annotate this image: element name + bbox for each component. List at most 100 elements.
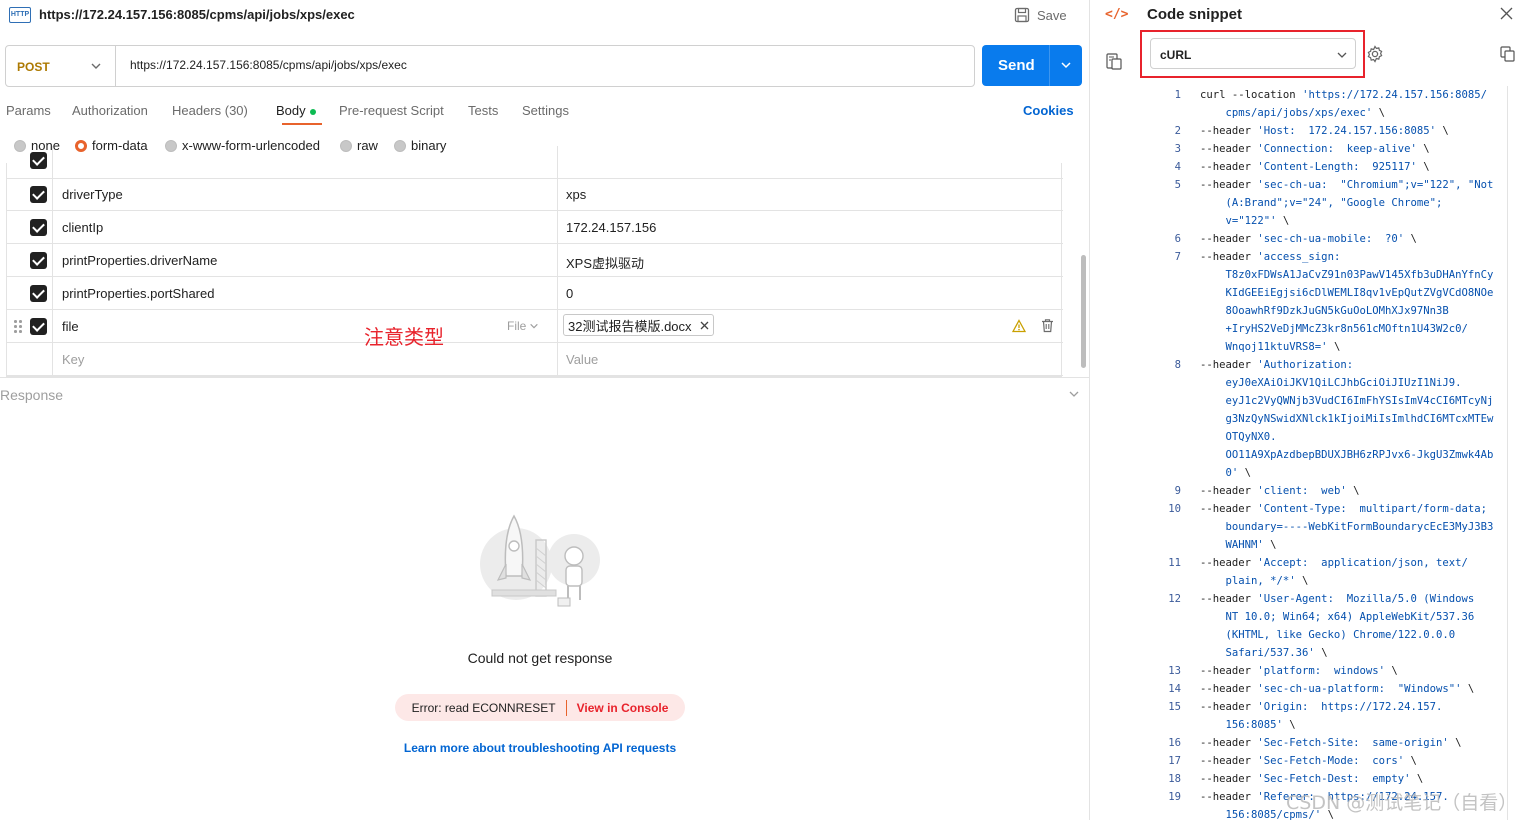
param-key[interactable]: driverType xyxy=(62,187,123,202)
param-key[interactable]: clientIp xyxy=(62,220,103,235)
key-type-select[interactable]: File xyxy=(507,319,539,333)
code-line: 0' \ xyxy=(1140,464,1510,482)
checkbox[interactable] xyxy=(30,219,47,236)
code-token: \ xyxy=(1404,755,1417,767)
code-token: g3NzQyNSwidXNlck1kIjoiMiIsImlhdCI6MTcxMT… xyxy=(1200,413,1494,425)
code-line: 8OoawhRf9DzkJuGN5kGuOoLOMhXJx97Nn3B xyxy=(1140,302,1510,320)
code-token: \ xyxy=(1410,773,1424,785)
code-line: T8z0xFDWsA1JaCvZ91n03PawV145Xfb3uDHAnYfn… xyxy=(1140,266,1510,284)
code-icon[interactable]: </> xyxy=(1105,7,1128,22)
param-key[interactable]: printProperties.portShared xyxy=(62,286,214,301)
code-token: --header xyxy=(1200,791,1258,803)
code-text: 8OoawhRf9DzkJuGN5kGuOoLOMhXJx97Nn3B xyxy=(1200,302,1449,320)
tab-body[interactable]: Body xyxy=(276,103,316,118)
new-key-input[interactable]: Key xyxy=(62,352,84,367)
code-token: \ xyxy=(1282,719,1296,731)
language-select[interactable]: cURL xyxy=(1150,38,1356,69)
warning-icon[interactable] xyxy=(1012,319,1026,333)
code-text: --header 'Host: 172.24.157.156:8085' \ xyxy=(1200,122,1449,140)
code-token: 'Host: 172.24.157.156:8085' xyxy=(1257,125,1436,137)
code-token: 'client: web' xyxy=(1257,485,1347,497)
checkbox[interactable] xyxy=(30,186,47,203)
line-number: 3 xyxy=(1174,143,1181,155)
key-type-label: File xyxy=(507,319,527,333)
code-line: boundary=----WebKitFormBoundarycEcE3MyJ3… xyxy=(1140,518,1510,536)
request-title-bar: HTTP https://172.24.157.156:8085/cpms/ap… xyxy=(0,0,1089,30)
tab-pre-request-script[interactable]: Pre-request Script xyxy=(339,103,444,118)
remove-file-icon[interactable] xyxy=(700,321,709,330)
method-select[interactable]: POST xyxy=(6,46,116,86)
code-block[interactable]: 1 curl --location 'https://172.24.157.156… xyxy=(1140,86,1510,820)
watermark: CSDN @测试笔记（自看） xyxy=(1286,792,1518,814)
code-token: \ xyxy=(1436,125,1449,137)
code-text: --header 'sec-ch-ua: "Chromium";v="122",… xyxy=(1200,176,1493,194)
checkbox[interactable] xyxy=(30,318,47,335)
code-line: (A:Brand";v="24", "Google Chrome"; xyxy=(1140,194,1510,212)
code-text: v="122"' \ xyxy=(1200,212,1290,230)
code-text: --header 'Authorization: xyxy=(1200,356,1353,374)
view-in-console-link[interactable]: View in Console xyxy=(577,701,669,715)
chevron-down-icon xyxy=(1337,52,1347,58)
column-divider xyxy=(557,244,558,276)
code-token: 'Sec-Fetch-Mode: cors' xyxy=(1257,755,1405,767)
check-cell xyxy=(7,310,53,342)
code-line: OO11A9XpAzdbepBDUXJBH6zRPJvx6-JkgU3Zmwk4… xyxy=(1140,446,1510,464)
code-line: 1 curl --location 'https://172.24.157.156… xyxy=(1140,86,1510,104)
code-scrollbar[interactable] xyxy=(1507,86,1508,820)
checkbox[interactable] xyxy=(30,152,47,169)
code-line: 9 --header 'client: web' \ xyxy=(1140,482,1510,500)
send-options-chevron-icon[interactable] xyxy=(1060,59,1072,71)
tab-tests[interactable]: Tests xyxy=(468,103,498,118)
troubleshooting-link[interactable]: Learn more about troubleshooting API req… xyxy=(0,741,1080,755)
line-number: 7 xyxy=(1174,251,1181,263)
code-token: --header xyxy=(1200,701,1258,713)
url-input[interactable] xyxy=(130,58,950,72)
drag-handle-icon[interactable] xyxy=(14,320,22,334)
code-text: Wnqoj11ktuVRS8=' \ xyxy=(1200,338,1341,356)
cookies-link[interactable]: Cookies xyxy=(1023,103,1074,118)
code-token: 8OoawhRf9DzkJuGN5kGuOoLOMhXJx97Nn3B xyxy=(1200,305,1449,317)
tab-authorization[interactable]: Authorization xyxy=(72,103,148,118)
param-key[interactable]: printProperties.driverName xyxy=(62,253,217,268)
line-number: 6 xyxy=(1174,233,1181,245)
line-number: 11 xyxy=(1168,557,1181,569)
method-label: POST xyxy=(17,60,50,74)
copy-icon[interactable] xyxy=(1500,46,1515,62)
checkbox[interactable] xyxy=(30,252,47,269)
code-token: eyJ0eXAiOiJKV1QiLCJhbGciOiJIUzI1NiJ9. xyxy=(1200,377,1462,389)
column-divider xyxy=(557,211,558,243)
send-button[interactable]: Send xyxy=(982,45,1082,86)
code-text: --header 'client: web' \ xyxy=(1200,482,1359,500)
param-value[interactable]: 172.24.157.156 xyxy=(566,220,656,235)
file-chip[interactable]: 32测试报告模版.docx xyxy=(563,314,714,336)
code-line: 3 --header 'Connection: keep-alive' \ xyxy=(1140,140,1510,158)
code-token: 'Accept: application/json, text/ xyxy=(1257,557,1468,569)
chevron-down-icon[interactable] xyxy=(1068,388,1080,400)
code-token: --header xyxy=(1200,755,1258,767)
tab-params[interactable]: Params xyxy=(6,103,51,118)
new-value-input[interactable]: Value xyxy=(566,352,598,367)
check-cell xyxy=(7,343,53,375)
code-line: OTQyNX0. xyxy=(1140,428,1510,446)
code-token: --header xyxy=(1200,665,1258,677)
param-key[interactable]: file xyxy=(62,319,79,334)
close-icon[interactable] xyxy=(1500,7,1513,20)
param-value[interactable]: XPS虚拟驱动 xyxy=(566,253,644,272)
code-line: 10 --header 'Content-Type: multipart/form… xyxy=(1140,500,1510,518)
delete-icon[interactable] xyxy=(1041,318,1054,333)
documentation-icon[interactable] xyxy=(1106,53,1122,70)
tab-settings[interactable]: Settings xyxy=(522,103,569,118)
code-line: 16 --header 'Sec-Fetch-Site: same-origin'… xyxy=(1140,734,1510,752)
tab-headers[interactable]: Headers (30) xyxy=(172,103,248,118)
chevron-down-icon xyxy=(91,63,101,69)
code-token: boundary=----WebKitFormBoundarycEcE3MyJ3… xyxy=(1200,521,1494,533)
scrollbar[interactable] xyxy=(1081,255,1086,368)
line-number: 1 xyxy=(1174,89,1181,101)
param-value[interactable]: xps xyxy=(566,187,586,202)
code-line: eyJ1c2VyQWNjb3VudCI6ImFhYSIsImV4cCI6MTcy… xyxy=(1140,392,1510,410)
save-button[interactable]: Save xyxy=(1014,4,1067,26)
param-value[interactable]: 0 xyxy=(566,286,573,301)
gear-icon[interactable] xyxy=(1366,45,1384,63)
checkbox[interactable] xyxy=(30,285,47,302)
error-banner: Error: read ECONNRESET View in Console xyxy=(395,694,685,721)
